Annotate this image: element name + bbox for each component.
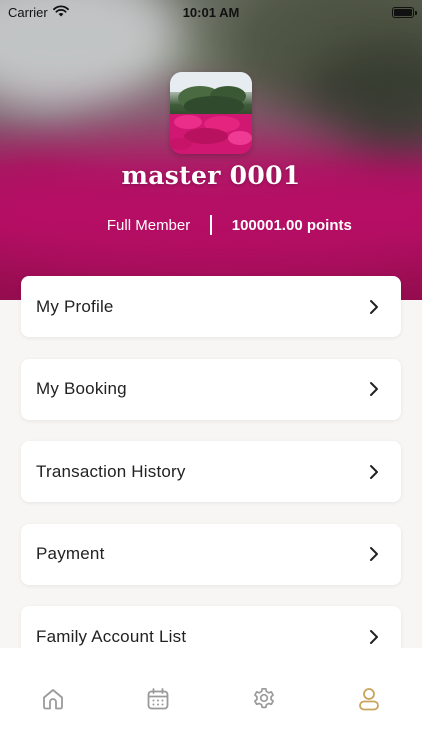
menu-item-payment[interactable]: Payment (21, 523, 401, 585)
carrier-label: Carrier (8, 4, 48, 20)
membership-row: Full Member 100001.00 points (0, 213, 422, 237)
tab-calendar[interactable] (106, 648, 212, 712)
menu-item-label: Payment (36, 544, 105, 563)
menu-item-label: Transaction History (36, 461, 186, 481)
battery-icon (392, 6, 417, 18)
avatar[interactable] (170, 72, 252, 154)
menu-item-my-booking[interactable]: My Booking (21, 358, 401, 420)
tab-profile[interactable] (317, 648, 422, 712)
gear-icon (253, 687, 274, 709)
tab-bar (0, 648, 422, 750)
chevron-right-icon (370, 547, 378, 561)
status-bar: Carrier 10:01 AM (0, 0, 422, 24)
chevron-right-icon (370, 629, 378, 644)
menu-item-label: Family Account List (36, 626, 187, 646)
tab-home[interactable] (0, 648, 106, 712)
user-icon (359, 688, 380, 711)
tab-settings[interactable] (211, 648, 317, 712)
calendar-icon (147, 688, 169, 710)
wifi-icon (52, 4, 69, 20)
home-icon (42, 689, 63, 710)
menu-item-transaction-history[interactable]: Transaction History (21, 441, 401, 502)
menu-item-label: My Profile (36, 296, 114, 316)
menu-item-label: My Booking (36, 379, 127, 398)
chevron-right-icon (370, 464, 378, 479)
profile-menu: My Profile My Booking Transaction Histor… (21, 276, 401, 689)
points-balance: 100001.00 points (231, 216, 352, 234)
avatar-photo (170, 72, 252, 154)
chevron-right-icon (370, 382, 378, 396)
profile-name: master 0001 (121, 161, 301, 190)
membership-tier: Full Member (106, 216, 191, 234)
menu-item-my-profile[interactable]: My Profile (21, 276, 401, 337)
chevron-right-icon (370, 299, 378, 314)
